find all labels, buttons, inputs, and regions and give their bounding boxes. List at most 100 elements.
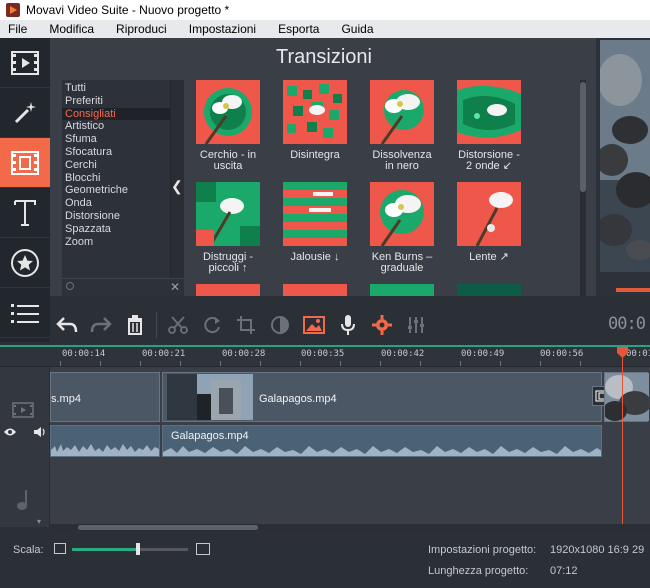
transition-thumbnail[interactable] bbox=[370, 80, 434, 144]
category-item[interactable]: Geometriche bbox=[62, 184, 170, 197]
menu-file[interactable]: File bbox=[4, 22, 31, 36]
sidebar-filters[interactable] bbox=[0, 88, 50, 138]
redo-button[interactable] bbox=[84, 308, 118, 342]
menu-riproduci[interactable]: Riproduci bbox=[112, 22, 171, 36]
category-item[interactable]: Artistico bbox=[62, 120, 170, 133]
sidebar-transitions[interactable] bbox=[0, 138, 50, 188]
image-overlay-button[interactable] bbox=[297, 308, 331, 342]
film-icon bbox=[11, 50, 39, 75]
project-length-label: Lunghezza progetto: bbox=[428, 565, 529, 577]
clip-filename: Galapagos.mp4 bbox=[259, 393, 337, 405]
undo-button[interactable] bbox=[50, 308, 84, 342]
rotate-button[interactable] bbox=[195, 308, 229, 342]
transition-thumbnail[interactable] bbox=[457, 80, 521, 144]
transitions-scrollbar[interactable] bbox=[580, 80, 586, 296]
category-item[interactable]: Onda bbox=[62, 197, 170, 210]
preview-video[interactable] bbox=[600, 40, 650, 272]
category-item[interactable]: Preferiti bbox=[62, 95, 170, 108]
transition-label: Jalousie ↓ bbox=[290, 251, 340, 263]
menu-guida[interactable]: Guida bbox=[337, 22, 377, 36]
transition-thumbnail[interactable] bbox=[283, 284, 347, 296]
playhead-line[interactable] bbox=[622, 347, 623, 527]
ruler-time-label: 00:00:28 bbox=[222, 349, 266, 359]
category-item-selected[interactable]: Consigliati bbox=[62, 107, 170, 121]
transitions-panel: Transizioni Tutti Preferiti Consigliati … bbox=[50, 38, 596, 296]
delete-button[interactable] bbox=[118, 308, 152, 342]
color-adjust-button[interactable] bbox=[263, 308, 297, 342]
speaker-icon[interactable] bbox=[33, 426, 47, 438]
category-item[interactable]: Blocchi bbox=[62, 172, 170, 185]
transition-thumbnail[interactable] bbox=[283, 182, 347, 246]
image-icon bbox=[303, 316, 325, 334]
clear-search-icon[interactable]: ✕ bbox=[170, 280, 180, 294]
sidebar-media-import[interactable] bbox=[0, 38, 50, 88]
category-search-input[interactable]: ✕ bbox=[62, 278, 184, 296]
video-clip-previous[interactable]: s.mp4 bbox=[50, 372, 160, 422]
transition-thumbnail[interactable] bbox=[370, 284, 434, 296]
category-item[interactable]: Zoom bbox=[62, 236, 170, 249]
clip-thumbnail bbox=[167, 374, 253, 420]
sidebar-more[interactable] bbox=[0, 288, 50, 338]
project-settings-value[interactable]: 1920x1080 16:9 29 bbox=[550, 544, 644, 556]
preview-progress[interactable] bbox=[616, 288, 650, 292]
transition-thumbnail[interactable] bbox=[457, 284, 521, 296]
crop-button[interactable] bbox=[229, 308, 263, 342]
transition-thumbnail[interactable] bbox=[196, 80, 260, 144]
audio-waveform bbox=[51, 444, 159, 456]
ruler-tick bbox=[460, 361, 461, 366]
scale-slider-handle[interactable] bbox=[136, 543, 140, 555]
clip-properties-button[interactable] bbox=[365, 308, 399, 342]
transition-thumbnail[interactable] bbox=[283, 80, 347, 144]
ruler-time-label: 00:00:14 bbox=[62, 349, 106, 359]
category-item[interactable]: Tutti bbox=[62, 82, 170, 95]
ruler-tick bbox=[140, 361, 141, 366]
timeline-ruler[interactable]: 00:00:14 00:00:21 00:00:28 00:00:35 00:0… bbox=[0, 347, 650, 367]
cut-button[interactable] bbox=[161, 308, 195, 342]
audio-clip-galapagos[interactable]: Galapagos.mp4 bbox=[162, 425, 602, 457]
audio-clip-previous[interactable] bbox=[50, 425, 160, 457]
zoom-out-film-icon[interactable] bbox=[54, 543, 66, 554]
magic-wand-icon bbox=[14, 101, 36, 123]
menu-esporta[interactable]: Esporta bbox=[274, 22, 323, 36]
sidebar-stickers[interactable] bbox=[0, 238, 50, 288]
category-item[interactable]: Sfuma bbox=[62, 133, 170, 146]
microphone-icon bbox=[341, 315, 355, 335]
ruler-tick bbox=[60, 361, 61, 366]
app-window: { "window": { "title": "Movavi Video Sui… bbox=[0, 0, 650, 588]
transition-thumbnail[interactable] bbox=[196, 284, 260, 296]
status-bar: Scala: Impostazioni progetto: 1920x1080 … bbox=[0, 531, 650, 588]
clip-filename: s.mp4 bbox=[51, 393, 81, 405]
timeline-scrollbar[interactable] bbox=[50, 524, 650, 531]
video-clip-next[interactable] bbox=[603, 372, 650, 422]
transition-label: Distorsione -2 onde ↙ bbox=[458, 149, 520, 172]
menu-modifica[interactable]: Modifica bbox=[45, 22, 98, 36]
menu-impostazioni[interactable]: Impostazioni bbox=[185, 22, 260, 36]
sidebar-titles[interactable] bbox=[0, 188, 50, 238]
collapse-arrow-icon[interactable]: ❮ bbox=[171, 178, 183, 195]
video-clip-galapagos[interactable]: Galapagos.mp4 bbox=[162, 372, 602, 422]
transition-label: Distruggi - piccoli ↑ bbox=[202, 251, 254, 274]
transition-thumbnail[interactable] bbox=[370, 182, 434, 246]
transitions-icon bbox=[11, 150, 39, 175]
ruler-tick bbox=[420, 361, 421, 366]
transition-thumbnail[interactable] bbox=[196, 182, 260, 246]
transition-label: Dissolvenza in nero bbox=[372, 149, 432, 172]
track-headers: ▾ bbox=[0, 367, 50, 527]
transition-thumbnail[interactable] bbox=[457, 182, 521, 246]
category-item[interactable]: Cerchi bbox=[62, 159, 170, 172]
zoom-in-film-icon[interactable] bbox=[196, 543, 210, 555]
voiceover-button[interactable] bbox=[331, 308, 365, 342]
gear-icon bbox=[372, 315, 392, 335]
scrollbar-thumb[interactable] bbox=[78, 525, 258, 530]
preview-pane bbox=[596, 38, 650, 296]
category-item[interactable]: Distorsione bbox=[62, 210, 170, 223]
project-settings-label: Impostazioni progetto: bbox=[428, 544, 537, 556]
star-sticker-icon bbox=[11, 248, 39, 277]
rotate-icon bbox=[204, 317, 220, 334]
category-item[interactable]: Spazzata bbox=[62, 223, 170, 236]
audio-equalizer-button[interactable] bbox=[399, 308, 433, 342]
category-item[interactable]: Sfocatura bbox=[62, 146, 170, 159]
scrollbar-thumb[interactable] bbox=[580, 82, 586, 192]
ruler-time-label: 00:00:42 bbox=[381, 349, 425, 359]
eye-icon[interactable] bbox=[3, 427, 17, 437]
